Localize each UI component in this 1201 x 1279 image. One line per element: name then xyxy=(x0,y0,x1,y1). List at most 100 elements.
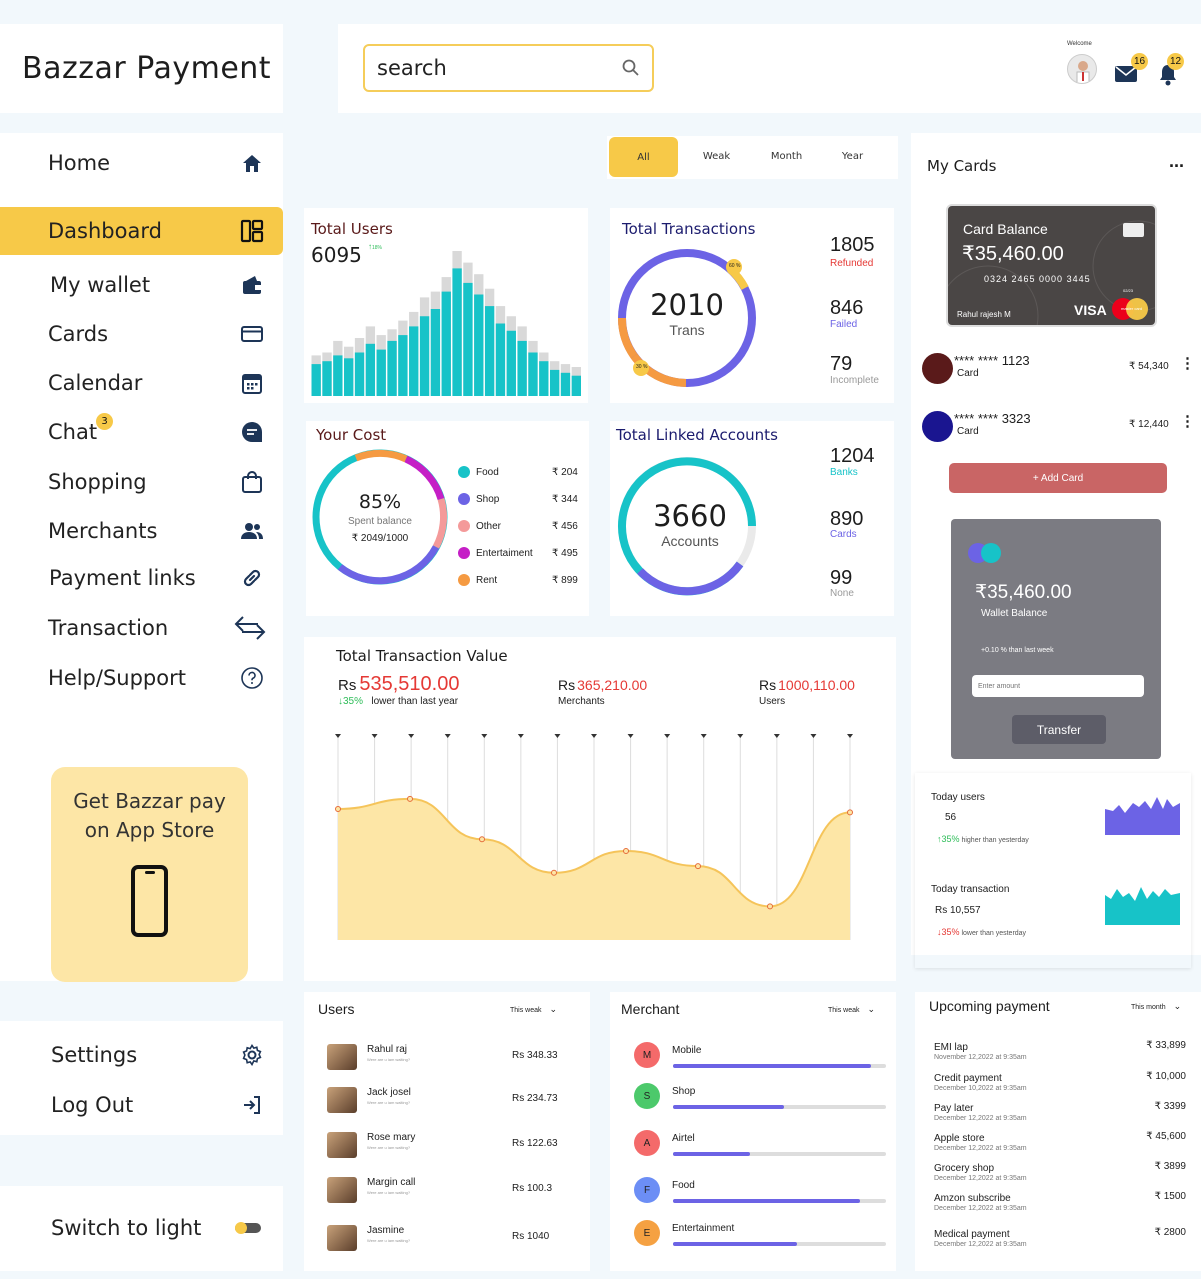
search-text: search xyxy=(377,56,447,80)
refunded-value: 1805 xyxy=(830,234,875,256)
pin-icon xyxy=(810,734,817,738)
area-point[interactable] xyxy=(335,805,341,812)
payment-row[interactable]: Medical payment December 12,2022 at 9:35a… xyxy=(934,1227,1192,1253)
users-bar xyxy=(409,326,419,396)
merchant-letter-icon: S xyxy=(634,1083,660,1109)
toggle-icon[interactable] xyxy=(235,1222,261,1234)
my-cards-panel: My Cards ... Card Balance ₹35,460.00 032… xyxy=(911,133,1201,955)
logout-item[interactable]: Log Out xyxy=(0,1081,283,1129)
sidebar-item-home[interactable]: Home xyxy=(0,139,283,187)
area-point[interactable] xyxy=(551,869,557,876)
search-icon[interactable] xyxy=(622,59,640,77)
payment-row[interactable]: Credit payment December 10,2022 at 9:35am… xyxy=(934,1071,1192,1097)
area-point[interactable] xyxy=(407,795,413,802)
filter-month[interactable]: Month xyxy=(759,136,814,176)
user-avatar[interactable] xyxy=(1067,54,1097,84)
user-name: Jasmine xyxy=(367,1225,405,1236)
chevron-down-icon: ⌄ xyxy=(867,1004,876,1014)
list-item[interactable]: Rahul raj Were are u iam waiting? Rs 348.3… xyxy=(327,1042,577,1070)
legend-value: ₹ 495 xyxy=(552,548,578,559)
theme-switch[interactable]: Switch to light xyxy=(0,1204,283,1252)
settings-item[interactable]: Settings xyxy=(0,1031,283,1079)
payment-row[interactable]: Pay later December 12,2022 at 9:35am ₹ 339… xyxy=(934,1101,1192,1127)
payment-row[interactable]: Apple store December 12,2022 at 9:35am ₹ 4… xyxy=(934,1131,1192,1157)
balance-card[interactable]: Card Balance ₹35,460.00 0324 2465 0000 3… xyxy=(946,204,1157,327)
legend-value: ₹ 204 xyxy=(552,467,578,478)
sidebar-item-chat[interactable]: Chat 3 xyxy=(0,408,283,456)
sidebar-item-shopping[interactable]: Shopping xyxy=(0,458,283,506)
sidebar-item-label: Shopping xyxy=(48,470,147,494)
filter-year[interactable]: Year xyxy=(825,136,880,176)
users-bar xyxy=(517,340,527,396)
visa-logo: VISA xyxy=(1074,302,1107,318)
card-balance-label: Card Balance xyxy=(963,221,1048,237)
payment-row[interactable]: EMI lap November 12,2022 at 9:35am ₹ 33,89… xyxy=(934,1040,1192,1066)
failed-label: Failed xyxy=(830,319,858,330)
merchant-row[interactable]: S Shop xyxy=(634,1083,890,1119)
merchant-period-select[interactable]: This weak ⌄ xyxy=(828,1004,875,1015)
add-card-button[interactable]: + Add Card xyxy=(949,463,1167,493)
amount-input[interactable] xyxy=(972,675,1144,697)
filter-all[interactable]: All xyxy=(609,137,678,177)
list-item[interactable]: Jack josel Were are u iam waiting? Rs 234.… xyxy=(327,1085,577,1113)
saved-card-row[interactable]: **** **** 1123 Card ₹ 54,340 ⋮ xyxy=(922,351,1198,385)
list-item[interactable]: Jasmine Were are u iam waiting? Rs 1040 xyxy=(327,1223,577,1251)
none-label: None xyxy=(830,588,854,599)
list-item[interactable]: Margin call Were are u iam waiting? Rs 100… xyxy=(327,1175,577,1203)
users-bar xyxy=(506,330,516,396)
filter-weak[interactable]: Weak xyxy=(689,136,744,176)
sidebar-item-cards[interactable]: Cards xyxy=(0,310,283,358)
shopping-bag-icon xyxy=(239,469,265,495)
payment-date: December 12,2022 at 9:35am xyxy=(934,1205,1027,1212)
users-bar xyxy=(452,268,462,396)
more-icon[interactable]: ... xyxy=(1169,151,1184,172)
users-panel: Users This weak ⌄ Rahul raj Were are u ia… xyxy=(304,992,590,1271)
transaction-area-chart xyxy=(335,734,853,940)
search-input[interactable]: search xyxy=(363,44,654,92)
payment-amount: ₹ 1500 xyxy=(1154,1191,1186,1202)
sidebar-item-payment-links[interactable]: Payment links xyxy=(0,554,283,602)
logout-icon xyxy=(239,1092,265,1118)
area-point[interactable] xyxy=(847,809,853,816)
sidebar-item-merchants[interactable]: Merchants xyxy=(0,507,283,555)
list-item[interactable]: Rose mary Were are u iam waiting? Rs 122.6… xyxy=(327,1130,577,1158)
users-bar-chart xyxy=(311,251,581,396)
payment-row[interactable]: Grocery shop December 12,2022 at 9:35am ₹ … xyxy=(934,1161,1192,1187)
kebab-menu-icon[interactable]: ⋮ xyxy=(1180,354,1195,372)
today-tx-title: Today transaction xyxy=(931,884,1010,895)
users-bar xyxy=(398,335,408,396)
kebab-menu-icon[interactable]: ⋮ xyxy=(1180,412,1195,430)
merchant-progress xyxy=(673,1199,886,1203)
merchant-row[interactable]: E Entertainment xyxy=(634,1220,890,1256)
upcoming-title: Upcoming payment xyxy=(929,998,1050,1014)
sidebar-item-dashboard[interactable]: Dashboard xyxy=(0,207,283,255)
transfer-button[interactable]: Transfer xyxy=(1012,715,1106,744)
banks-value: 1204 xyxy=(830,445,875,467)
merchant-row[interactable]: F Food xyxy=(634,1177,890,1213)
transaction-value-card: Total Transaction Value Rs 535,510.00 ↓35… xyxy=(304,637,896,981)
merchant-progress-fill xyxy=(673,1199,861,1203)
sidebar-item-wallet[interactable]: My wallet xyxy=(0,261,283,309)
upcoming-period-select[interactable]: This month ⌄ xyxy=(1131,1001,1181,1012)
area-point[interactable] xyxy=(767,903,773,910)
total-transactions-card: Total Transactions 60 % 30 % 2010 Trans … xyxy=(610,208,894,403)
home-icon xyxy=(239,150,265,176)
app-logo: Bazzar Payment xyxy=(0,24,283,113)
merchant-row[interactable]: M Mobile xyxy=(634,1042,890,1078)
area-point[interactable] xyxy=(695,863,701,870)
sidebar-item-transaction[interactable]: Transaction xyxy=(0,604,283,652)
merchant-row[interactable]: A Airtel xyxy=(634,1130,890,1166)
users-bar xyxy=(333,355,343,396)
merchant-letter-icon: F xyxy=(634,1177,660,1203)
area-point[interactable] xyxy=(623,847,629,854)
sidebar-item-help[interactable]: Help/Support xyxy=(0,654,283,702)
pin-icon xyxy=(444,734,451,738)
area-point[interactable] xyxy=(479,836,485,843)
payment-row[interactable]: Amzon subscribe December 12,2022 at 9:35a… xyxy=(934,1191,1192,1217)
merchant-progress-fill xyxy=(673,1064,872,1068)
users-period-select[interactable]: This weak ⌄ xyxy=(510,1004,557,1015)
app-store-promo[interactable]: Get Bazzar pay on App Store xyxy=(51,767,248,982)
payment-name: Medical payment xyxy=(934,1229,1010,1240)
sidebar-item-calendar[interactable]: Calendar xyxy=(0,359,283,407)
saved-card-row[interactable]: **** **** 3323 Card ₹ 12,440 ⋮ xyxy=(922,409,1198,443)
